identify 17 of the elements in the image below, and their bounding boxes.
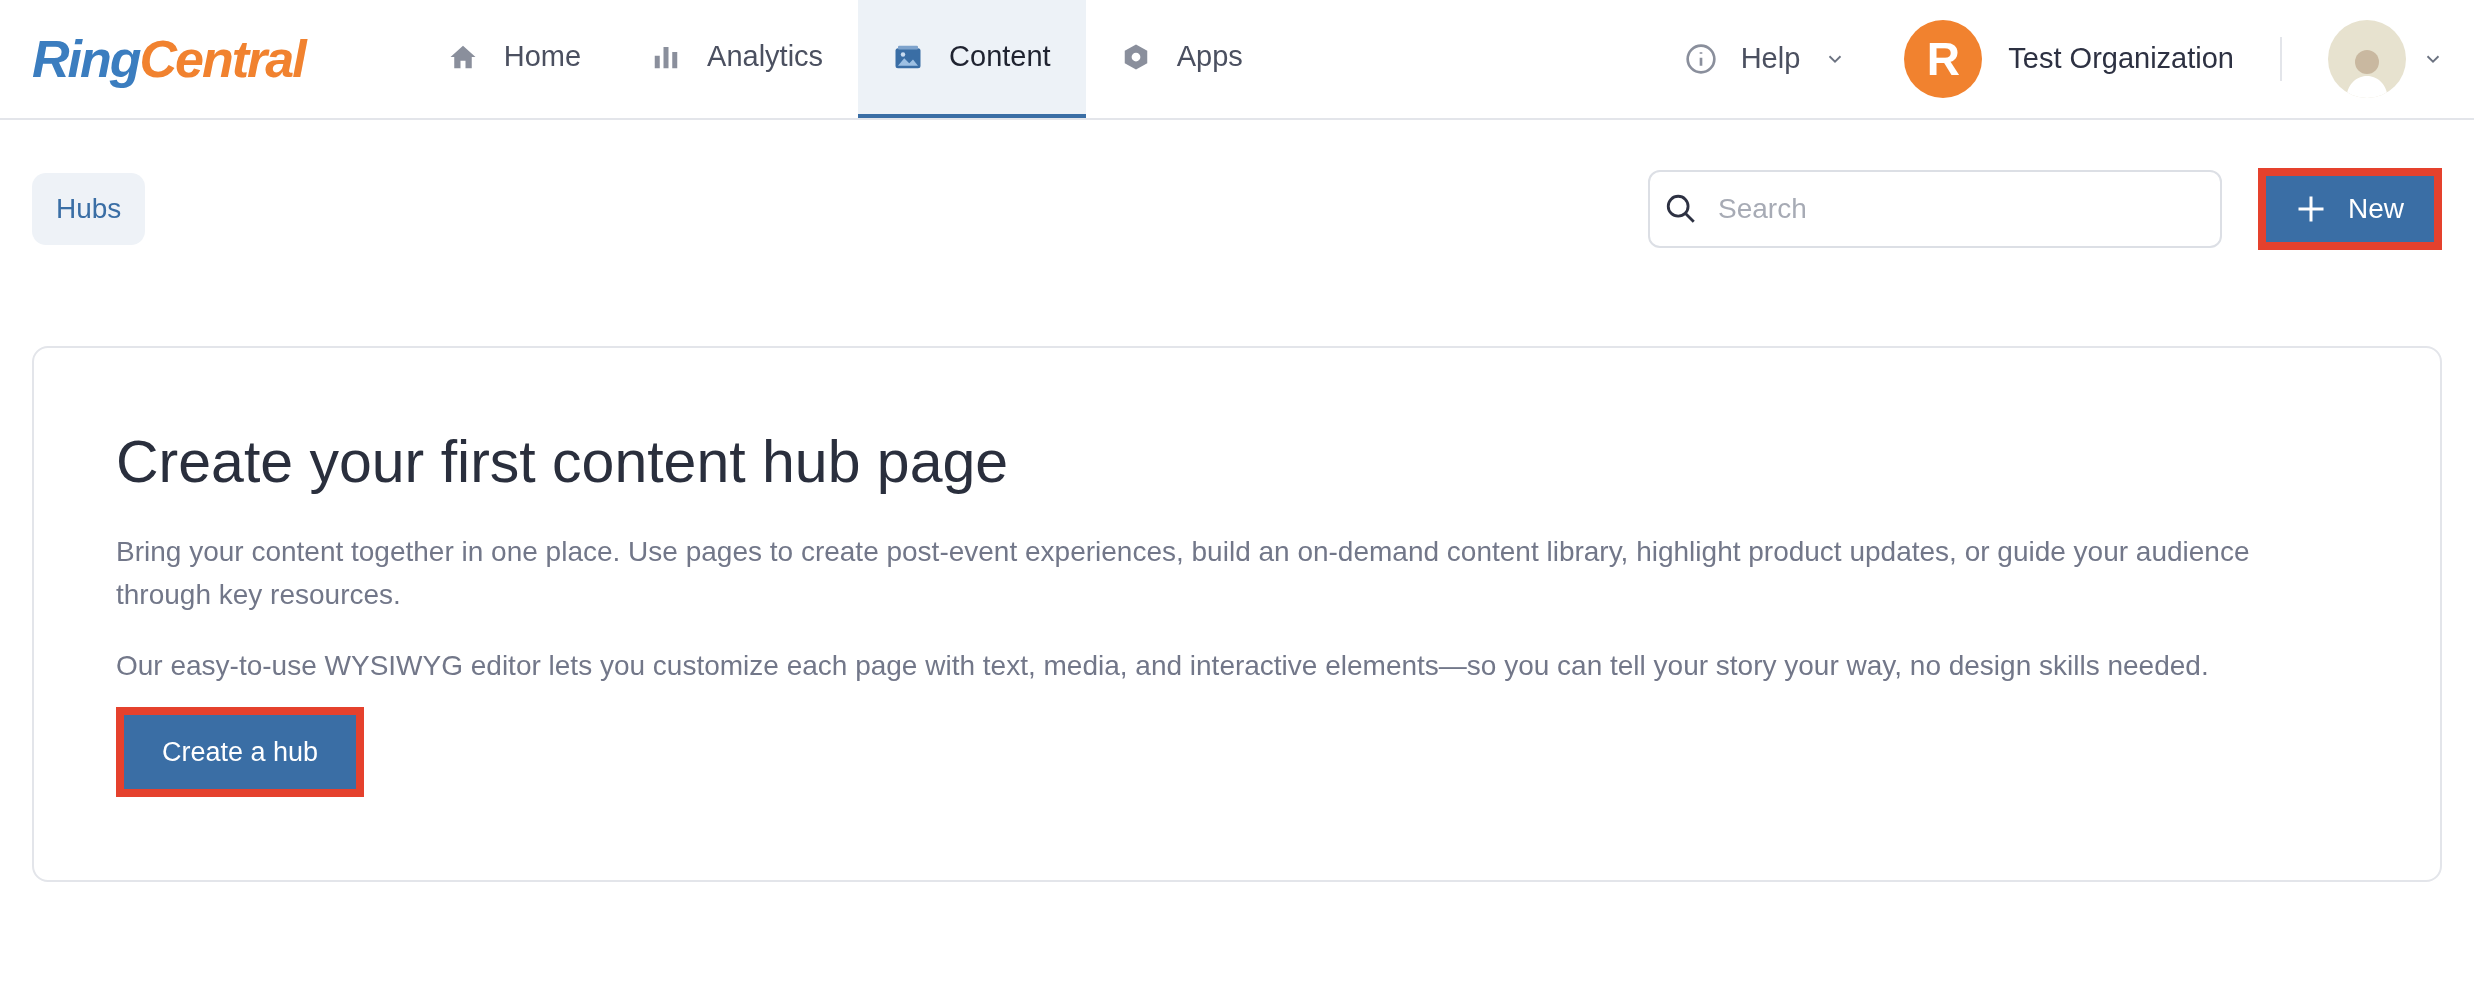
nav-tab[interactable]: Apps bbox=[1085, 0, 1278, 118]
create-hub-button[interactable]: Create a hub bbox=[124, 714, 357, 789]
empty-state-title: Create your first content hub page bbox=[116, 428, 1010, 497]
description-text: Our easy-to-use WYSIWYG editor lets you customize each page with text, media, and interactive elements—so you can tell your story your way, no design skills needed. bbox=[116, 648, 2210, 683]
plus-icon bbox=[2296, 194, 2326, 224]
help-menu[interactable]: Help bbox=[1684, 37, 1847, 81]
nav-tab[interactable]: Home bbox=[412, 0, 617, 118]
organization-name: Test Organization bbox=[2008, 41, 2234, 77]
search-icon bbox=[1664, 192, 1698, 226]
nav-tab[interactable]: Analytics bbox=[616, 0, 859, 118]
breadcrumb-chip[interactable]: Hubs bbox=[32, 173, 146, 245]
search-field[interactable]: Search bbox=[1648, 170, 2222, 248]
description-text: Bring your content together in one place. Use pages to create post-event experiences, build an on-demand content library, highlight product updates, or guide your audience through key resources. bbox=[116, 534, 2251, 612]
new-button[interactable]: New bbox=[2266, 176, 2434, 242]
organization-logo: R bbox=[1904, 20, 1983, 98]
info-icon bbox=[1684, 43, 1717, 75]
nav-tab[interactable]: Content bbox=[858, 0, 1086, 118]
